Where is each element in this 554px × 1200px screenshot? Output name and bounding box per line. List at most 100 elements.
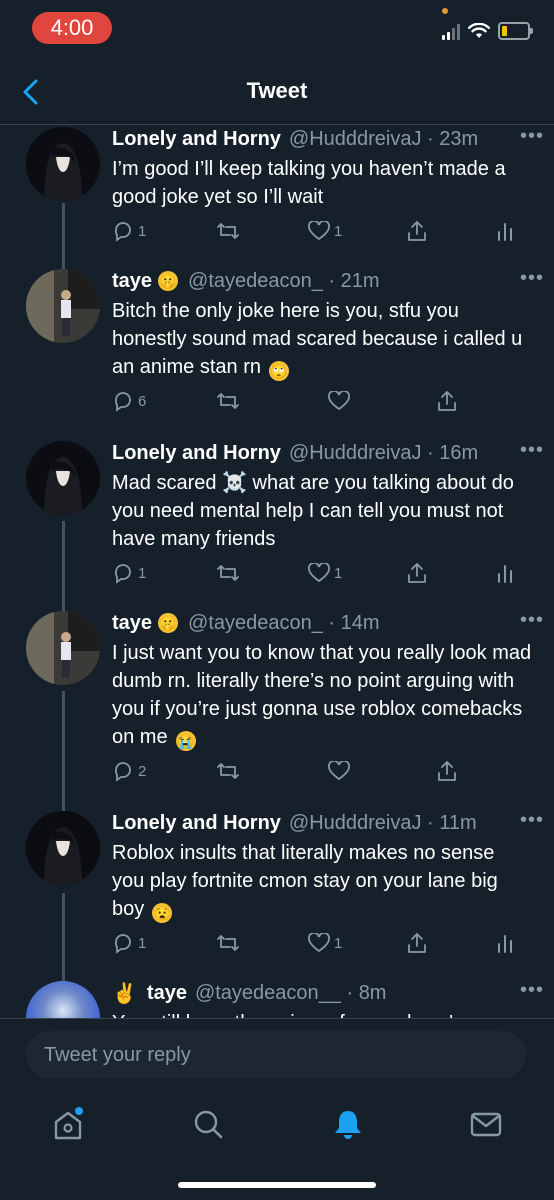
- analytics-button[interactable]: [496, 559, 514, 587]
- home-indicator[interactable]: [178, 1182, 376, 1188]
- reply-button[interactable]: 2: [112, 757, 146, 785]
- author-name[interactable]: Lonely and Horny: [112, 812, 281, 835]
- tab-messages[interactable]: [468, 1106, 504, 1142]
- reply-button[interactable]: 6: [112, 387, 146, 415]
- analytics-button[interactable]: [496, 929, 514, 957]
- tweet[interactable]: taye 🤫 @tayedeacon_ · 14m ••• I just wan…: [0, 609, 554, 809]
- like-count: 1: [334, 222, 343, 240]
- tweet-text: I just want you to know that you really …: [112, 639, 532, 751]
- share-icon: [408, 563, 426, 583]
- tweet-time: 23m: [439, 127, 479, 150]
- like-button[interactable]: [328, 387, 350, 415]
- dot-separator: ·: [322, 269, 341, 292]
- like-icon: [308, 563, 330, 583]
- author-name[interactable]: Lonely and Horny: [112, 128, 281, 151]
- author-name[interactable]: taye: [112, 612, 152, 635]
- tweet-actions: 6: [112, 387, 522, 415]
- tweet[interactable]: ✌️ taye @tayedeacon__ · 8m ••• You still…: [0, 979, 554, 1018]
- share-button[interactable]: [436, 757, 458, 785]
- retweet-button[interactable]: [216, 387, 240, 415]
- tweet-text-body: I just want you to know that you really …: [112, 642, 532, 748]
- avatar[interactable]: [26, 611, 100, 685]
- author-handle[interactable]: @HudddreivaJ: [289, 442, 422, 465]
- reply-input[interactable]: [26, 1031, 526, 1079]
- dot-separator: ·: [421, 811, 440, 834]
- retweet-button[interactable]: [216, 757, 240, 785]
- reply-count: 2: [138, 762, 147, 780]
- tweet-text-before: Mad scared: [112, 472, 217, 494]
- navigation-bar: Tweet: [0, 58, 554, 125]
- more-options-icon[interactable]: •••: [520, 267, 544, 290]
- tweet[interactable]: Lonely and Horny @HudddreivaJ · 23m ••• …: [0, 125, 554, 267]
- reply-icon: [114, 392, 131, 412]
- author-name[interactable]: Lonely and Horny: [112, 442, 281, 465]
- reply-button[interactable]: 1: [112, 217, 146, 245]
- tweet-text: Bitch the only joke here is you, stfu yo…: [112, 297, 532, 381]
- tweet-text: You still have the anime pfp... and you'…: [112, 1009, 532, 1018]
- dot-separator: ·: [322, 611, 341, 634]
- home-icon: [54, 1107, 83, 1140]
- skull-crossbones-emoji: ☠️: [222, 472, 247, 494]
- like-count: 1: [334, 934, 343, 952]
- retweet-icon: [217, 393, 239, 409]
- tweet-actions: 1 1: [112, 929, 522, 957]
- shushing-face-emoji: 🤫: [158, 271, 179, 291]
- reply-button[interactable]: 1: [112, 559, 146, 587]
- status-icons: [442, 18, 533, 44]
- tweet[interactable]: taye 🤫 @tayedeacon_ · 21m ••• Bitch the …: [0, 267, 554, 435]
- analytics-button[interactable]: [496, 217, 514, 245]
- avatar[interactable]: [26, 269, 100, 343]
- more-options-icon[interactable]: •••: [520, 609, 544, 632]
- reply-button[interactable]: 1: [112, 929, 146, 957]
- share-button[interactable]: [406, 217, 428, 245]
- retweet-button[interactable]: [216, 929, 240, 957]
- retweet-icon: [217, 763, 239, 779]
- author-name[interactable]: taye: [112, 270, 152, 293]
- status-time: 4:00: [32, 12, 112, 44]
- cellular-signal-icon: [442, 22, 460, 40]
- privacy-indicator-dot: [442, 8, 448, 14]
- search-icon: [194, 1110, 223, 1139]
- retweet-button[interactable]: [216, 217, 240, 245]
- like-button[interactable]: 1: [308, 929, 342, 957]
- share-button[interactable]: [406, 559, 428, 587]
- dot-separator: ·: [421, 441, 440, 464]
- retweet-button[interactable]: [216, 559, 240, 587]
- tweet[interactable]: Lonely and Horny @HudddreivaJ · 16m ••• …: [0, 439, 554, 607]
- author-handle[interactable]: @HudddreivaJ: [289, 128, 422, 151]
- tweet-actions: 2: [112, 757, 522, 785]
- more-options-icon[interactable]: •••: [520, 439, 544, 462]
- like-button[interactable]: [328, 757, 350, 785]
- eye-roll-emoji: 🙄: [268, 361, 289, 381]
- avatar[interactable]: [26, 441, 100, 515]
- like-button[interactable]: 1: [308, 559, 342, 587]
- like-button[interactable]: 1: [308, 217, 342, 245]
- author-handle[interactable]: @tayedeacon_: [188, 270, 323, 293]
- avatar[interactable]: [26, 981, 100, 1018]
- share-button[interactable]: [406, 929, 428, 957]
- notifications-icon: [335, 1111, 361, 1139]
- battery-icon: [498, 22, 533, 40]
- tweet-thread[interactable]: Lonely and Horny @HudddreivaJ · 23m ••• …: [0, 125, 554, 1018]
- dot-separator: ·: [421, 127, 440, 150]
- shushing-face-emoji: 🤫: [158, 613, 179, 633]
- author-handle[interactable]: @tayedeacon__: [195, 982, 341, 1005]
- reply-count: 1: [138, 222, 147, 240]
- author-handle[interactable]: @HudddreivaJ: [289, 812, 422, 835]
- tab-notifications[interactable]: [330, 1106, 366, 1142]
- tab-search[interactable]: [190, 1106, 226, 1142]
- avatar[interactable]: [26, 127, 100, 201]
- more-options-icon[interactable]: •••: [520, 125, 544, 148]
- share-button[interactable]: [436, 387, 458, 415]
- reply-icon: [114, 222, 131, 242]
- author-handle[interactable]: @tayedeacon_: [188, 612, 323, 635]
- tweet[interactable]: Lonely and Horny @HudddreivaJ · 11m ••• …: [0, 809, 554, 979]
- retweet-icon: [217, 223, 239, 239]
- author-name[interactable]: taye: [147, 982, 187, 1005]
- more-options-icon[interactable]: •••: [520, 809, 544, 832]
- tweet-time: 21m: [340, 269, 380, 292]
- tab-home[interactable]: [50, 1106, 86, 1142]
- more-options-icon[interactable]: •••: [520, 979, 544, 1002]
- reply-icon: [114, 762, 131, 782]
- avatar[interactable]: [26, 811, 100, 885]
